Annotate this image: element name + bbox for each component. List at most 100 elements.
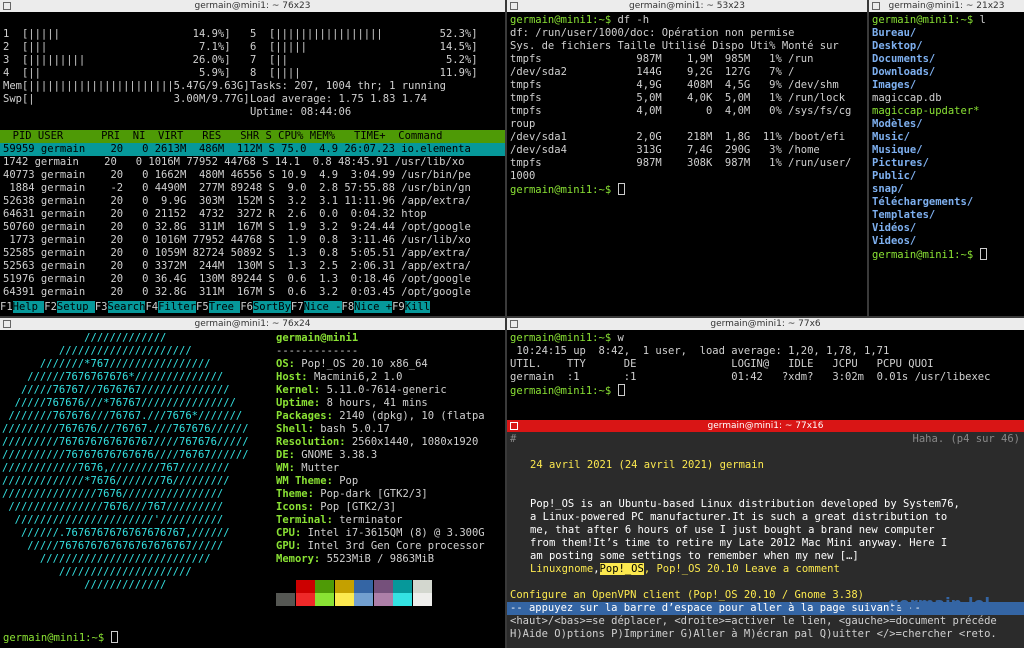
fkey-label[interactable]: SortBy xyxy=(252,301,291,313)
tag-link-selected[interactable]: Pop!_OS xyxy=(599,563,644,575)
df-titlebar[interactable]: germain@mini1: ~ 53x23 xyxy=(507,0,867,12)
info-wm: WM: Mutter xyxy=(276,462,340,474)
process-row[interactable]: 51976 germain 20 0 36.4G 130M 89244 S 0.… xyxy=(3,273,471,286)
ls-entry[interactable]: Desktop/ xyxy=(872,40,923,53)
info-cpu: CPU: Intel i7-3615QM (8) @ 3.300G xyxy=(276,527,485,539)
info-gpu: GPU: Intel 3rd Gen Core processor xyxy=(276,540,485,552)
color-swatch xyxy=(315,593,334,606)
process-row[interactable]: 1742 germain 20 0 1016M 77952 44768 S 14… xyxy=(3,156,464,169)
process-row[interactable]: 52563 germain 20 0 3372M 244M 130M S 1.3… xyxy=(3,260,471,273)
fkey-label[interactable]: Setup xyxy=(56,301,95,313)
fkey-label[interactable]: Filter xyxy=(158,301,197,313)
process-row[interactable]: 52585 germain 20 0 1059M 82724 50892 S 1… xyxy=(3,247,471,260)
neofetch-dash: ------------- xyxy=(276,345,359,357)
color-swatch xyxy=(373,593,393,606)
ls-entry[interactable]: Pictures/ xyxy=(872,157,929,170)
process-row[interactable]: 40773 germain 20 0 1662M 480M 46556 S 10… xyxy=(3,169,471,182)
process-header[interactable]: PID USER PRI NI VIRT RES SHR S CPU% MEM%… xyxy=(0,130,505,143)
ls-entry[interactable]: Images/ xyxy=(872,79,916,92)
ls-entry[interactable]: snap/ xyxy=(872,183,904,196)
fkey-f9[interactable]: F9 xyxy=(392,301,405,313)
htop-pane[interactable]: germain@mini1: ~ 76x23 1 [||||| 14.9%] 2 … xyxy=(0,0,505,316)
logo-art-line: ///////////// xyxy=(2,332,167,344)
color-swatch xyxy=(334,580,354,593)
fkey-label[interactable]: Help xyxy=(12,301,45,313)
logo-art-line: //////.7676767676767676767,////// xyxy=(2,527,230,539)
terminal-icon xyxy=(510,422,518,430)
ls-entry[interactable]: Bureau/ xyxy=(872,27,916,40)
fkey-label[interactable]: Nice + xyxy=(354,301,393,313)
df-output-line: 1000 xyxy=(510,170,536,182)
info-memory: Memory: 5523MiB / 9863MiB xyxy=(276,553,435,565)
fkey-f5[interactable]: F5 xyxy=(196,301,209,313)
logo-art-line: /////76767//7676767////////////// xyxy=(2,384,230,396)
df-output-line: df: /run/user/1000/doc: Opération non pe… xyxy=(510,27,795,39)
logo-art-line: /////767676///*76767/////////////// xyxy=(2,397,236,409)
fkey-label[interactable]: Kill xyxy=(404,301,431,313)
ls-entry[interactable]: Downloads/ xyxy=(872,66,935,79)
ls-pane[interactable]: germain@mini1: ~ 21x23 germain@mini1:~$ … xyxy=(869,0,1024,316)
cpu-meter: 4 [|| 5.9%] xyxy=(3,67,231,79)
neofetch-prompt[interactable]: germain@mini1:~$ xyxy=(3,631,119,644)
w-titlebar[interactable]: germain@mini1: ~ 77x6 xyxy=(507,318,1024,330)
ls-entry[interactable]: Modèles/ xyxy=(872,118,923,131)
process-row[interactable]: 1773 germain 20 0 1016M 77952 44768 S 1.… xyxy=(3,234,470,247)
logo-art-line: ///////767676///76767.///7676*/////// xyxy=(2,410,243,422)
w-body: germain@mini1:~$ w 10:24:15 up 8:42, 1 u… xyxy=(507,330,1024,418)
ls-prompt[interactable]: germain@mini1:~$ xyxy=(872,248,988,261)
ls-entry[interactable]: Vidéos/ xyxy=(872,222,916,235)
htop-titlebar[interactable]: germain@mini1: ~ 76x23 xyxy=(0,0,505,12)
fkey-f8[interactable]: F8 xyxy=(342,301,355,313)
ls-entry[interactable]: Videos/ xyxy=(872,235,916,248)
fkey-label[interactable]: Search xyxy=(107,301,146,313)
post-excerpt-line: me, that after 6 hours of use I just bou… xyxy=(530,524,935,536)
fkey-f7[interactable]: F7 xyxy=(291,301,304,313)
process-row[interactable]: 59959 germain 20 0 2613M 486M 112M S 75.… xyxy=(0,143,505,156)
ls-entry[interactable]: Téléchargements/ xyxy=(872,196,973,209)
terminal-icon xyxy=(510,320,518,328)
ls-titlebar[interactable]: germain@mini1: ~ 21x23 xyxy=(869,0,1024,12)
df-pane[interactable]: germain@mini1: ~ 53x23 germain@mini1:~$ … xyxy=(507,0,867,316)
process-row[interactable]: 64391 germain 20 0 32.8G 311M 167M S 0.6… xyxy=(3,286,471,299)
lynx-pane[interactable]: germain@mini1: ~ 77x16 # Haha. (p4 sur 4… xyxy=(507,420,1024,648)
neofetch-titlebar[interactable]: germain@mini1: ~ 76x24 xyxy=(0,318,505,330)
cpu-meter: 6 [||||| 14.5%] xyxy=(250,41,478,53)
w-prompt[interactable]: germain@mini1:~$ xyxy=(510,384,626,397)
fkey-f3[interactable]: F3 xyxy=(95,301,108,313)
ls-entry[interactable]: magiccap.db xyxy=(872,92,942,105)
fkey-f1[interactable]: F1 xyxy=(0,301,13,313)
ls-entry[interactable]: Musique/ xyxy=(872,144,923,157)
process-row[interactable]: 64631 germain 20 0 21152 4732 3272 R 2.6… xyxy=(3,208,427,221)
fkey-label[interactable]: Tree xyxy=(208,301,241,313)
process-row[interactable]: 52638 germain 20 0 9.9G 303M 152M S 3.2 … xyxy=(3,195,471,208)
load-line: Load average: 1.75 1.83 1.74 xyxy=(250,93,428,105)
fkey-label[interactable]: Nice - xyxy=(303,301,342,313)
ls-entry[interactable]: Templates/ xyxy=(872,209,935,222)
tag-link[interactable]: , Pop!_OS 20.10 Leave a comment xyxy=(644,563,840,575)
cpu-meter: 8 [|||| 11.9%] xyxy=(250,67,478,79)
lynx-help-line-2: H)Aide O)ptions P)Imprimer G)Aller à M)é… xyxy=(510,628,997,640)
neofetch-pane[interactable]: germain@mini1: ~ 76x24 ///////////// ///… xyxy=(0,318,505,648)
fkey-f2[interactable]: F2 xyxy=(44,301,57,313)
ls-entry[interactable]: Public/ xyxy=(872,170,916,183)
process-row[interactable]: 50760 germain 20 0 32.8G 311M 167M S 1.9… xyxy=(3,221,471,234)
w-pane[interactable]: germain@mini1: ~ 77x6 germain@mini1:~$ w… xyxy=(507,318,1024,418)
fkey-f6[interactable]: F6 xyxy=(240,301,253,313)
process-row[interactable]: 1884 germain -2 0 4490M 277M 89248 S 9.0… xyxy=(3,182,470,195)
fkey-f4[interactable]: F4 xyxy=(145,301,158,313)
color-swatch xyxy=(315,580,334,593)
ls-entry[interactable]: Documents/ xyxy=(872,53,935,66)
lynx-help-line-1: <haut>/<bas>=se déplacer, <droite>=activ… xyxy=(510,615,997,627)
logo-art-line: /////////767676///76767.///767676////// xyxy=(2,423,249,435)
ls-entry[interactable]: magiccap-updater* xyxy=(872,105,979,118)
color-swatch xyxy=(393,580,412,593)
post-date[interactable]: 24 avril 2021 (24 avril 2021) germain xyxy=(530,459,764,472)
next-post-link[interactable]: Configure an OpenVPN client (Pop!_OS 20.… xyxy=(510,589,864,602)
ls-entry[interactable]: Music/ xyxy=(872,131,910,144)
color-swatch xyxy=(295,593,315,606)
lynx-titlebar[interactable]: germain@mini1: ~ 77x16 xyxy=(507,420,1024,432)
post-excerpt-line: from them!It’s time to retire my Late 20… xyxy=(530,537,948,549)
tag-link[interactable]: Linuxgnome xyxy=(530,563,593,575)
logo-art-line: ///////////// xyxy=(2,579,167,591)
df-prompt[interactable]: germain@mini1:~$ xyxy=(510,183,626,196)
